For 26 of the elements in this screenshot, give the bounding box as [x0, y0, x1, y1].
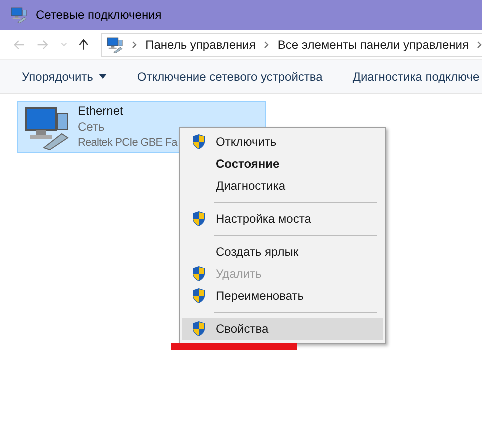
network-folder-icon	[106, 36, 124, 54]
chevron-icon	[264, 40, 270, 48]
toolbar-button[interactable]: Диагностика подключе	[352, 68, 480, 86]
toolbar-button[interactable]: Упорядочить	[22, 68, 108, 86]
menu-item[interactable]: Состояние	[182, 153, 383, 175]
dropdown-caret-icon[interactable]	[60, 42, 67, 48]
up-arrow-icon[interactable]	[78, 38, 89, 52]
back-arrow-icon[interactable]	[14, 38, 26, 50]
address-bar[interactable]: Панель управления Все элементы панели управления	[100, 32, 482, 56]
menu-item[interactable]: Настройка моста	[182, 208, 383, 230]
breadcrumb[interactable]: Панель управления	[146, 36, 256, 54]
menu-item[interactable]: Переименовать	[182, 285, 383, 307]
network-folder-icon	[10, 6, 28, 24]
forward-arrow-icon[interactable]	[37, 38, 49, 50]
chevron-icon	[132, 40, 138, 48]
menu-item[interactable]: Создать ярлык	[182, 241, 383, 263]
window-title: Сетевые подключения	[36, 7, 162, 24]
toolbar-button[interactable]: Отключение сетевого устройства	[137, 68, 323, 86]
connection-network: Сеть	[78, 119, 106, 135]
caret-icon	[99, 74, 108, 79]
menu-item[interactable]: Диагностика	[182, 175, 383, 197]
breadcrumb[interactable]: Все элементы панели управления	[278, 36, 469, 54]
connection-adapter: Realtek PCIe GBE Fa	[78, 136, 178, 151]
menu-item[interactable]: Свойства	[182, 318, 383, 340]
connection-name: Ethernet	[78, 103, 124, 119]
chevron-icon	[477, 40, 482, 48]
